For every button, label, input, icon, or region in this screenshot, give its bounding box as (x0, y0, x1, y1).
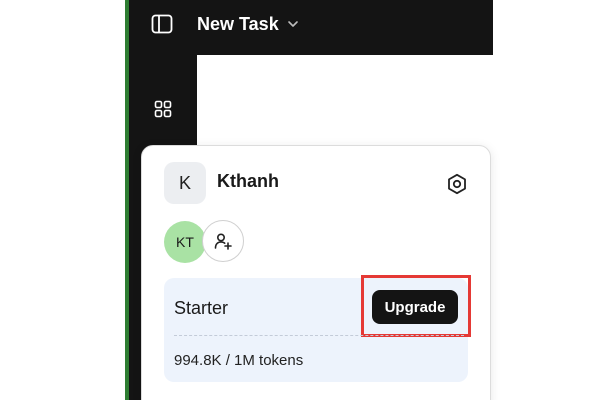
plan-card: Starter Upgrade 994.8K / 1M tokens (164, 275, 471, 382)
account-initial: K (178, 172, 191, 193)
invite-member-button[interactable] (202, 220, 244, 262)
page-title: New Task (197, 13, 279, 34)
member-avatar: KT (164, 221, 206, 263)
upgrade-button[interactable]: Upgrade (372, 290, 458, 324)
account-popover: K Kthanh KT Starter Upgrade 994.8K / 1M … (141, 145, 491, 400)
sidebar-toggle-icon (151, 14, 173, 34)
task-title-dropdown[interactable]: New Task (197, 10, 299, 38)
member-initials: KT (176, 234, 194, 250)
gear-icon (448, 173, 466, 195)
chevron-down-icon (287, 21, 298, 27)
settings-button[interactable] (444, 171, 470, 197)
add-user-icon (214, 233, 232, 250)
screenshot-stage: New Task K Kthanh KT Starter Upgrade 994… (0, 0, 600, 400)
token-usage: 994.8K / 1M tokens (174, 352, 304, 369)
account-avatar: K (164, 162, 206, 204)
plan-name: Starter (174, 298, 229, 318)
grid-icon (154, 100, 172, 118)
apps-button[interactable] (150, 96, 176, 122)
sidebar-toggle-button[interactable] (148, 11, 176, 37)
plan-divider (174, 335, 464, 336)
account-name: Kthanh (217, 171, 279, 191)
